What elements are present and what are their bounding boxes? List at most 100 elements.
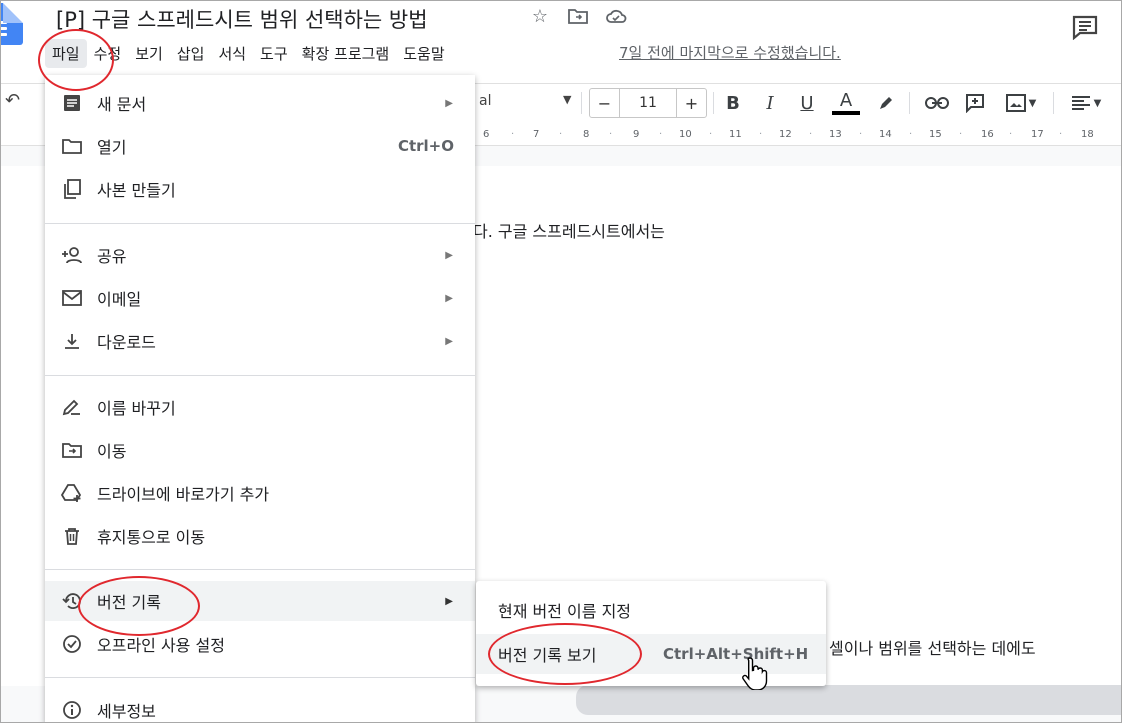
ruler-dot: · (511, 129, 515, 140)
insert-image-icon[interactable]: ▼ (1001, 90, 1041, 116)
shortcut-label: Ctrl+O (397, 137, 454, 155)
menu-item-new-document[interactable]: 새 문서 ▶ (45, 83, 475, 123)
menu-help[interactable]: 도움말 (396, 39, 451, 68)
menu-item-make-copy[interactable]: 사본 만들기 (45, 169, 475, 209)
add-comment-icon[interactable] (963, 90, 987, 116)
ruler-tick: 18 (1081, 129, 1094, 140)
font-size-input[interactable]: 11 (619, 89, 677, 117)
ruler-tick: 9 (633, 129, 640, 140)
submenu-arrow-icon: ▶ (445, 249, 453, 261)
menu-item-label: 이름 바꾸기 (97, 399, 176, 418)
submenu-arrow-icon: ▶ (445, 335, 453, 347)
menu-item-download[interactable]: 다운로드 ▶ (45, 321, 475, 361)
menu-tools[interactable]: 도구 (253, 39, 295, 68)
menu-item-add-shortcut[interactable]: 드라이브에 바로가기 추가 (45, 473, 475, 513)
menu-item-email[interactable]: 이메일 ▶ (45, 278, 475, 318)
ruler-tick: 13 (829, 129, 842, 140)
bold-button[interactable]: B (722, 90, 744, 116)
folder-icon (61, 135, 83, 157)
menu-item-move-to-trash[interactable]: 휴지통으로 이동 (45, 516, 475, 556)
menu-format[interactable]: 서식 (211, 39, 253, 68)
submenu-arrow-icon: ▶ (445, 292, 453, 304)
menu-item-label: 공유 (97, 247, 127, 266)
submenu-arrow-icon: ▶ (445, 97, 453, 109)
menu-item-label: 이메일 (97, 290, 142, 309)
ruler-dot: · (1059, 129, 1063, 140)
menu-item-share[interactable]: 공유 ▶ (45, 235, 475, 275)
menu-edit[interactable]: 수정 (87, 39, 129, 68)
underline-button[interactable]: U (796, 90, 818, 116)
title-actions: ☆ (529, 5, 627, 27)
menu-insert[interactable]: 삽입 (170, 39, 212, 68)
chevron-down-icon[interactable]: ▼ (563, 93, 571, 106)
submenu-item-see-version-history[interactable]: 버전 기록 보기 Ctrl+Alt+Shift+H (476, 634, 826, 674)
menu-item-label: 오프라인 사용 설정 (97, 636, 225, 655)
ruler-dot: · (609, 129, 613, 140)
ruler-dot: · (809, 129, 813, 140)
shortcut-label: Ctrl+Alt+Shift+H (663, 645, 809, 663)
docs-logo-icon[interactable] (1, 3, 23, 45)
document-text-line[interactable]: 다. 구글 스프레드시트에서는 (473, 218, 665, 242)
menu-item-details[interactable]: 세부정보 (45, 690, 475, 722)
comment-icon[interactable] (1071, 14, 1099, 41)
ruler-dot: · (709, 129, 713, 140)
menu-divider (45, 677, 475, 678)
toolbar-divider (581, 92, 582, 114)
text-color-swatch (832, 110, 860, 115)
menu-item-label: 다운로드 (97, 333, 156, 352)
doc-icon (61, 92, 83, 114)
menu-item-label: 열기 (97, 138, 127, 157)
undo-icon[interactable]: ↶ (5, 90, 20, 111)
rename-icon (61, 396, 83, 418)
font-size-stepper[interactable]: − 11 + (589, 88, 707, 118)
decrease-size-button[interactable]: − (590, 89, 619, 117)
submenu-arrow-icon: ▶ (445, 595, 453, 607)
submenu-item-label: 버전 기록 보기 (498, 646, 597, 665)
toolbar-divider (1053, 92, 1054, 114)
menu-item-open[interactable]: 열기 Ctrl+O (45, 126, 475, 166)
menu-item-label: 사본 만들기 (97, 181, 176, 200)
menu-extensions[interactable]: 확장 프로그램 (295, 39, 397, 68)
document-text-line[interactable]: 셀이나 범위를 선택하는 데에도 (829, 635, 1036, 659)
app-window: [P] 구글 스프레드시트 범위 선택하는 방법 ☆ 파일 수정 보기 삽입 서… (0, 0, 1122, 723)
menu-item-rename[interactable]: 이름 바꾸기 (45, 387, 475, 427)
ruler-tick: 12 (779, 129, 792, 140)
document-title[interactable]: [P] 구글 스프레드시트 범위 선택하는 방법 (56, 4, 428, 34)
font-family-select[interactable]: al (479, 93, 491, 109)
italic-button[interactable]: I (759, 90, 781, 116)
hand-cursor-icon (741, 656, 769, 691)
text-color-label: A (839, 89, 853, 111)
cloud-status-icon[interactable] (605, 5, 627, 27)
move-folder-icon[interactable] (567, 5, 589, 27)
last-edit-link[interactable]: 7일 전에 마지막으로 수정했습니다. (619, 42, 841, 63)
toolbar-divider (909, 92, 910, 114)
ruler-dot: · (859, 129, 863, 140)
menu-item-offline[interactable]: 오프라인 사용 설정 (45, 624, 475, 664)
link-icon[interactable] (923, 90, 951, 116)
add-person-icon (61, 244, 83, 266)
ruler-tick: 11 (729, 129, 742, 140)
align-left-icon[interactable]: ▼ (1065, 90, 1107, 116)
ruler-tick: 8 (583, 129, 590, 140)
menu-item-label: 버전 기록 (97, 593, 161, 612)
menu-file[interactable]: 파일 (45, 38, 87, 68)
star-icon[interactable]: ☆ (529, 5, 551, 27)
horizontal-scrollbar[interactable] (576, 685, 1121, 715)
ruler-tick: 6 (483, 129, 490, 140)
submenu-item-name-version[interactable]: 현재 버전 이름 지정 (476, 590, 826, 630)
ruler-tick: 17 (1031, 129, 1044, 140)
version-history-submenu: 현재 버전 이름 지정 버전 기록 보기 Ctrl+Alt+Shift+H (476, 581, 826, 686)
menu-item-label: 드라이브에 바로가기 추가 (97, 485, 270, 504)
submenu-item-label: 현재 버전 이름 지정 (498, 602, 632, 621)
ruler-dot: · (559, 129, 563, 140)
menu-item-label: 이동 (97, 442, 127, 461)
ruler-dot: · (909, 129, 913, 140)
menu-view[interactable]: 보기 (128, 39, 170, 68)
download-icon (61, 330, 83, 352)
menu-item-version-history[interactable]: 버전 기록 ▶ (45, 581, 475, 621)
highlight-pen-icon[interactable] (875, 90, 897, 116)
menu-item-move[interactable]: 이동 (45, 430, 475, 470)
offline-icon (61, 633, 83, 655)
increase-size-button[interactable]: + (677, 89, 706, 117)
text-color-button[interactable]: A (832, 90, 860, 116)
